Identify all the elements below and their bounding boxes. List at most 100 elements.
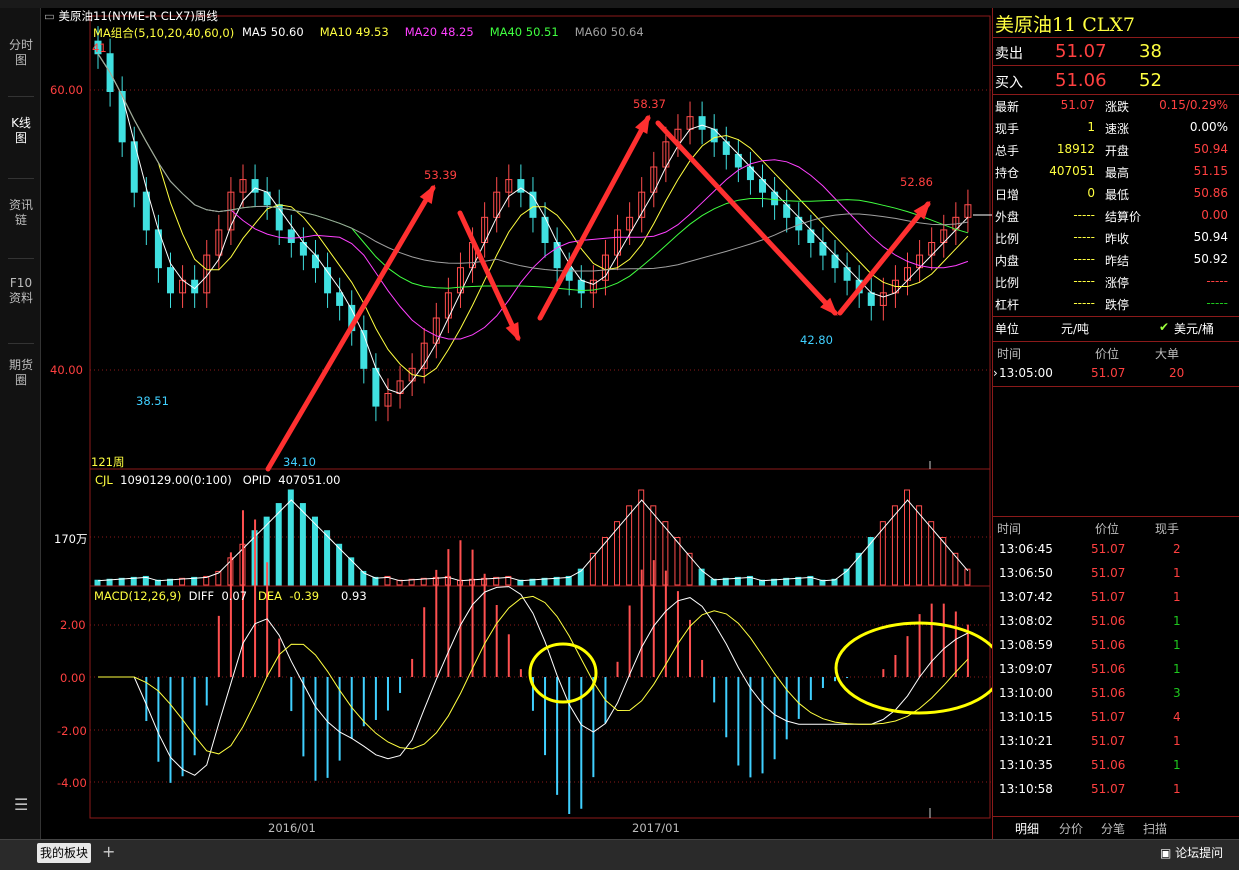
tab-ticks[interactable]: 分笔 xyxy=(1101,820,1125,837)
tick-row[interactable]: 13:09:07 51.06 1 xyxy=(993,660,1239,682)
status-bar: 我的板块 + ▣ 论坛提问 xyxy=(0,839,1239,870)
row-marker: › xyxy=(993,366,998,380)
volume-bar xyxy=(916,505,923,586)
quote-stat-row: 内盘 ----- 昨结 50.92 xyxy=(995,252,1228,268)
tick-row[interactable]: 13:10:21 51.07 1 xyxy=(993,732,1239,754)
quote-title: 美原油11 CLX7 xyxy=(995,14,1135,36)
ma-value-4: MA60 50.64 xyxy=(574,25,644,39)
forum-label: 论坛提问 xyxy=(1175,846,1224,860)
bigorder-row[interactable]: › 13:05:00 51.07 20 xyxy=(993,366,1239,388)
ma-label: MA组合(5,10,20,40,60,0) xyxy=(93,26,235,40)
ticks-header: 时间 价位 现手 xyxy=(997,522,1180,536)
trend-arrow-down-1-head xyxy=(505,322,520,342)
tick-row[interactable]: 13:06:50 51.07 1 xyxy=(993,564,1239,586)
volume-bar xyxy=(311,516,318,586)
sell-volume: 38 xyxy=(1139,41,1162,62)
tab-news[interactable]: 资讯链 xyxy=(9,198,33,228)
candle-body xyxy=(287,229,295,244)
check-icon: ✔ xyxy=(1159,320,1170,334)
bigorder-time: 13:05:00 xyxy=(999,366,1053,380)
kline-chart[interactable]: ▭ 美原油11(NYME-R CLX7)周线 MA组合(5,10,20,40,6… xyxy=(40,8,992,839)
tab-futures-circle[interactable]: 期货圈 xyxy=(9,358,33,388)
annotation-low-1: 38.51 xyxy=(136,394,169,408)
unit-option-yuan[interactable]: 元/吨 xyxy=(1061,320,1089,337)
volume-bar xyxy=(904,489,911,586)
tab-price-dist[interactable]: 分价 xyxy=(1059,820,1083,837)
period-label: 121周 xyxy=(91,455,125,469)
chart-canvas xyxy=(89,15,992,819)
top-corner-value: 41 xyxy=(92,41,107,55)
volume-bar xyxy=(855,552,862,586)
volume-bar xyxy=(891,505,898,586)
candle-body xyxy=(311,254,319,269)
quote-stat-row: 日增 0 最低 50.86 xyxy=(995,186,1228,202)
price-axis-40: 40.00 xyxy=(50,363,83,377)
macd-label: MACD(12,26,9) xyxy=(94,589,182,603)
trend-arrow-up-1-head xyxy=(419,184,436,204)
sell-price: 51.07 xyxy=(1055,41,1107,62)
tab-kline[interactable]: K线图 xyxy=(9,116,33,146)
tick-row[interactable]: 13:10:35 51.06 1 xyxy=(993,756,1239,778)
tick-row[interactable]: 13:07:42 51.07 1 xyxy=(993,588,1239,610)
buy-price: 51.06 xyxy=(1055,70,1107,91)
add-board-button[interactable]: + xyxy=(102,842,115,861)
quote-stat-row: 总手 18912 开盘 50.94 xyxy=(995,142,1228,158)
macd-legend: MACD(12,26,9) DIFF 0.07 DEA -0.39 0.93 xyxy=(94,589,367,603)
date-label-2017: 2017/01 xyxy=(632,821,680,835)
quote-panel: 美原油11 CLX7 卖出 51.07 38 买入 51.06 52 最新 51.… xyxy=(992,8,1239,839)
left-tab-strip: 分时图 K线图 资讯链 F10资料 期货圈 ☰ xyxy=(0,8,41,839)
quote-stat-row: 持仓 407051 最高 51.15 xyxy=(995,164,1228,180)
quote-stat-row: 现手 1 速涨 0.00% xyxy=(995,120,1228,136)
forum-button[interactable]: ▣ 论坛提问 xyxy=(1160,844,1223,861)
tab-intraday[interactable]: 分时图 xyxy=(9,38,33,68)
tab-scan[interactable]: 扫描 xyxy=(1143,820,1167,837)
my-board-button[interactable]: 我的板块 xyxy=(37,843,91,863)
tab-detail[interactable]: 明细 xyxy=(1015,820,1039,837)
volume-bar xyxy=(626,505,633,586)
tick-row[interactable]: 13:06:45 51.07 2 xyxy=(993,540,1239,562)
volume-legend: CJL 1090129.00(0:100) OPID 407051.00 xyxy=(95,473,341,487)
tick-row[interactable]: 13:10:15 51.07 4 xyxy=(993,708,1239,730)
date-label-2016: 2016/01 xyxy=(268,821,316,835)
unit-option-usd[interactable]: 美元/桶 xyxy=(1174,320,1214,337)
trend-arrow-up-2-head xyxy=(635,114,650,134)
buy-row: 买入 51.06 52 xyxy=(993,70,1239,92)
tick-row[interactable]: 13:08:02 51.06 1 xyxy=(993,612,1239,634)
quote-stat-row: 最新 51.07 涨跌 0.15/0.29% xyxy=(995,98,1228,114)
chat-icon: ▣ xyxy=(1160,846,1172,860)
volume-bar xyxy=(287,489,294,586)
candle-body xyxy=(867,292,875,306)
title-bar xyxy=(0,0,1239,8)
quote-stat-row: 比例 ----- 涨停 ----- xyxy=(995,274,1228,290)
volume-bar xyxy=(324,530,331,586)
tab-f10[interactable]: F10资料 xyxy=(9,276,33,306)
macd-axis-m4: -4.00 xyxy=(57,776,87,790)
ma-value-1: MA10 49.53 xyxy=(319,25,389,39)
sell-label: 卖出 xyxy=(995,46,1023,62)
bigorder-header: 时间 价位 大单 xyxy=(997,347,1180,361)
annotation-high-1: 53.39 xyxy=(424,168,457,182)
macd-axis-2: 2.00 xyxy=(60,618,86,632)
candle-body xyxy=(336,292,344,306)
candle-body xyxy=(166,267,174,294)
detail-tabs: 明细 分价 分笔 扫描 xyxy=(993,816,1239,840)
tick-row[interactable]: 13:08:59 51.06 1 xyxy=(993,636,1239,658)
quote-stat-row: 比例 ----- 昨收 50.94 xyxy=(995,230,1228,246)
opid-value: 407051.00 xyxy=(278,473,341,487)
menu-icon[interactable]: ☰ xyxy=(14,795,28,814)
annotation-low-3: 42.80 xyxy=(800,333,833,347)
ma-value-3: MA40 50.51 xyxy=(489,25,559,39)
ma-values: MA5 50.60 MA10 49.53 MA20 48.25 MA40 50.51 M… xyxy=(242,25,660,39)
candle-body xyxy=(698,116,706,130)
candle-body xyxy=(142,191,150,231)
annotation-high-3: 52.86 xyxy=(900,175,933,189)
ma-value-0: MA5 50.60 xyxy=(242,25,304,39)
dea-label: DEA xyxy=(258,589,283,603)
tick-row[interactable]: 13:10:58 51.07 1 xyxy=(993,780,1239,802)
candle-body xyxy=(263,191,271,206)
unit-label: 单位 xyxy=(995,322,1020,336)
volume-line xyxy=(97,499,969,582)
volume-bar xyxy=(928,521,935,586)
sell-row: 卖出 51.07 38 xyxy=(993,41,1239,63)
tick-row[interactable]: 13:10:00 51.06 3 xyxy=(993,684,1239,706)
